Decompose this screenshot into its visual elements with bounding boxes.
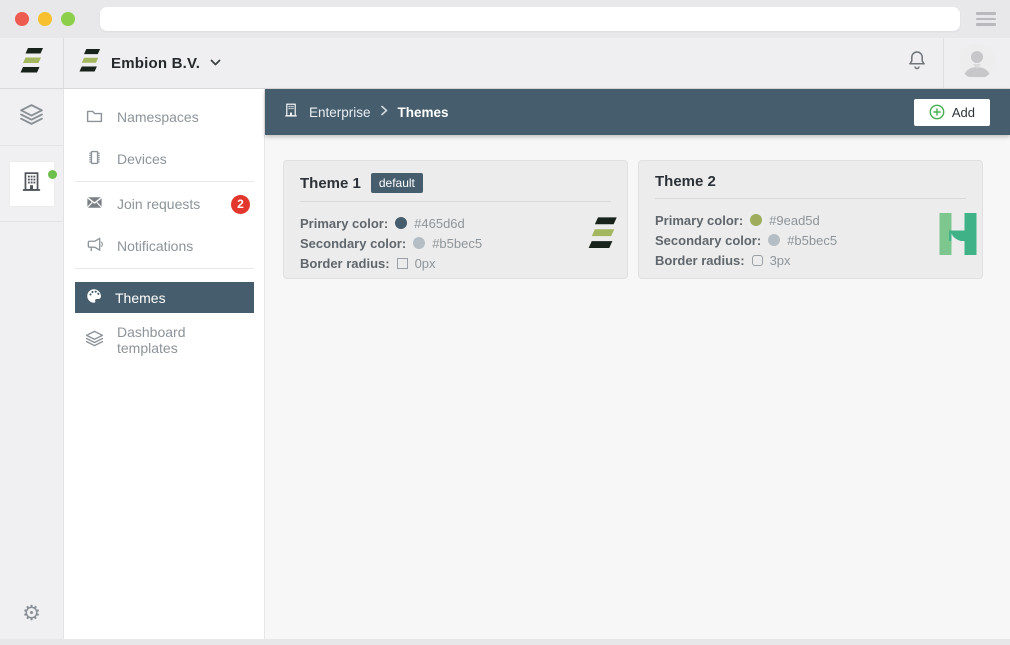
building-icon [283, 102, 299, 123]
avatar [959, 43, 995, 84]
secondary-color-label: Secondary color: [300, 236, 406, 251]
window-controls [15, 12, 75, 26]
border-radius-label: Border radius: [655, 253, 745, 268]
organization-switcher[interactable]: Embion B.V. [64, 48, 221, 78]
browser-menu-icon[interactable] [976, 12, 996, 26]
chip-icon [85, 148, 104, 170]
secondary-color-swatch [768, 234, 780, 246]
theme-title: Theme 1 [300, 175, 361, 192]
settings-gear-icon[interactable]: ⚙ [0, 601, 63, 625]
maximize-button[interactable] [61, 12, 75, 26]
layers-icon [19, 102, 44, 132]
sidebar-item-label: Namespaces [117, 109, 250, 125]
breadcrumb-root[interactable]: Enterprise [309, 105, 371, 120]
layers-icon [85, 329, 104, 351]
sidebar-item-label: Notifications [117, 238, 250, 254]
sidebar-item-devices[interactable]: Devices [64, 138, 264, 180]
themes-list: Theme 1 default Primary color: #465d6d S… [265, 135, 1010, 279]
theme-title: Theme 2 [655, 173, 716, 190]
sidebar-item-join-requests[interactable]: Join requests 2 [64, 183, 264, 225]
embion-logo-icon [79, 48, 101, 78]
card-divider [655, 198, 966, 199]
notifications-bell-button[interactable] [891, 38, 943, 88]
envelope-icon [85, 193, 104, 215]
enterprise-active-tile [10, 162, 54, 206]
chevron-down-icon [210, 54, 221, 72]
plus-circle-icon [929, 104, 945, 120]
primary-color-value: #9ead5d [769, 213, 820, 228]
folder-icon [85, 106, 104, 128]
url-bar[interactable] [100, 7, 960, 31]
sidebar-divider [75, 181, 254, 182]
h-logo [938, 213, 978, 260]
sidebar-divider [75, 268, 254, 269]
minimize-button[interactable] [38, 12, 52, 26]
sidebar-item-themes[interactable]: Themes [75, 282, 254, 313]
embion-logo-icon [20, 47, 44, 79]
app-header: Embion B.V. [0, 38, 1010, 89]
border-radius-value: 3px [770, 253, 791, 268]
border-radius-label: Border radius: [300, 256, 390, 271]
secondary-color-value: #b5bec5 [432, 236, 482, 251]
border-radius-swatch [752, 255, 763, 266]
sidebar-item-label: Join requests [117, 196, 218, 212]
close-button[interactable] [15, 12, 29, 26]
rail-item-enterprise[interactable] [0, 146, 63, 222]
theme-card-2[interactable]: Theme 2 Primary color: #9ead5d Secondary… [638, 160, 983, 279]
sidebar-item-namespaces[interactable]: Namespaces [64, 96, 264, 138]
sidebar-item-dashboard-templates[interactable]: Dashboard templates [64, 319, 264, 361]
primary-color-label: Primary color: [300, 216, 388, 231]
secondary-color-value: #b5bec5 [787, 233, 837, 248]
card-divider [300, 201, 611, 202]
primary-color-swatch [395, 217, 407, 229]
primary-color-label: Primary color: [655, 213, 743, 228]
breadcrumb-bar: Enterprise Themes Add [265, 89, 1010, 135]
sidebar-item-label: Devices [117, 151, 250, 167]
sidebar-item-notifications[interactable]: Notifications [64, 225, 264, 267]
sidebar-item-label: Themes [115, 290, 244, 306]
breadcrumb-current: Themes [398, 105, 449, 120]
app-window: Embion B.V. [0, 38, 1010, 639]
default-badge: default [371, 173, 423, 193]
chevron-right-icon [380, 103, 389, 121]
secondary-color-swatch [413, 237, 425, 249]
icon-rail: ⚙ [0, 89, 64, 639]
add-theme-button[interactable]: Add [914, 99, 990, 126]
embion-logo [588, 216, 618, 255]
sidebar: Namespaces Devices [64, 89, 265, 639]
megaphone-icon [85, 235, 104, 257]
browser-chrome [0, 0, 1010, 38]
theme-card-1[interactable]: Theme 1 default Primary color: #465d6d S… [283, 160, 628, 279]
user-menu-button[interactable] [944, 38, 1010, 88]
bell-icon [906, 49, 928, 77]
sidebar-item-label: Dashboard templates [117, 324, 250, 356]
online-status-dot [48, 170, 57, 179]
brand-logo-cell[interactable] [0, 38, 64, 88]
secondary-color-label: Secondary color: [655, 233, 761, 248]
main-panel: Enterprise Themes Add [265, 89, 1010, 639]
border-radius-value: 0px [415, 256, 436, 271]
primary-color-value: #465d6d [414, 216, 465, 231]
organization-name: Embion B.V. [111, 55, 200, 72]
border-radius-swatch [397, 258, 408, 269]
palette-icon [85, 287, 103, 308]
primary-color-swatch [750, 214, 762, 226]
join-requests-count-badge: 2 [231, 195, 250, 214]
rail-item-dashboards[interactable] [0, 89, 63, 146]
add-button-label: Add [952, 105, 975, 120]
building-icon [20, 170, 43, 198]
